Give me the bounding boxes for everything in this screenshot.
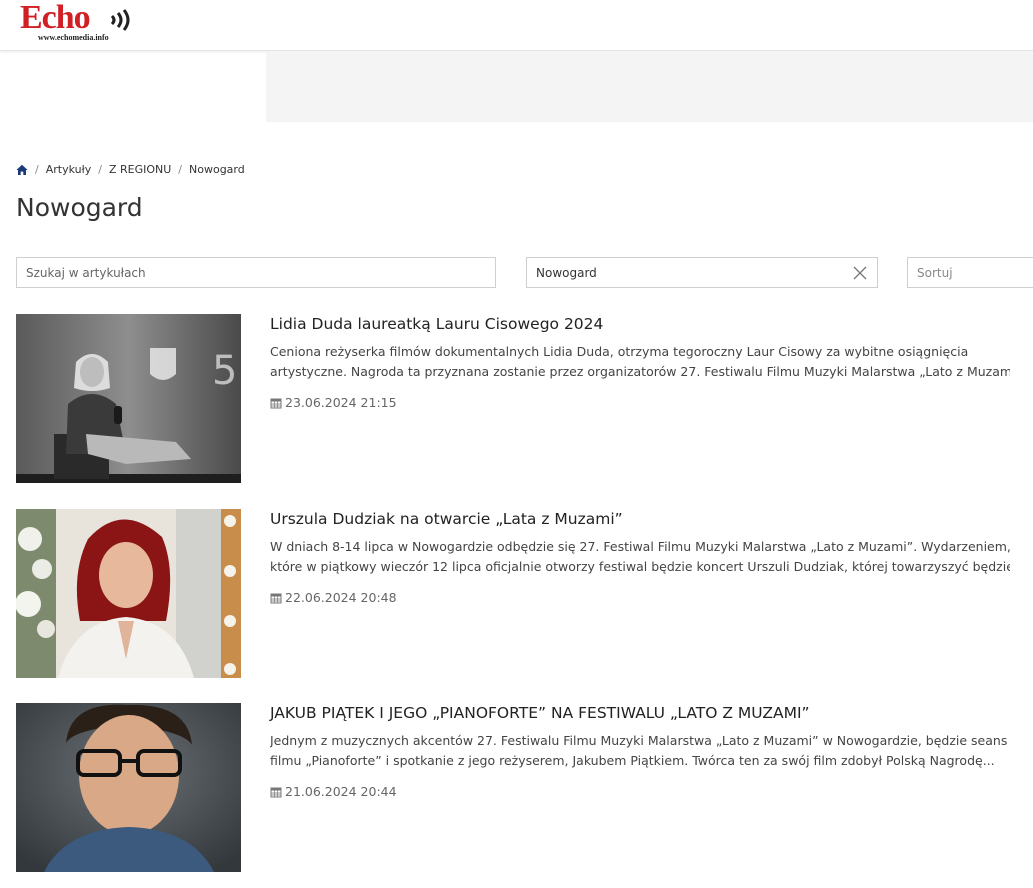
breadcrumb-separator: / bbox=[98, 163, 102, 176]
article-date: 23.06.2024 21:15 bbox=[270, 395, 397, 410]
article-date: 21.06.2024 20:44 bbox=[270, 784, 397, 799]
home-icon[interactable] bbox=[16, 164, 28, 176]
breadcrumb-item-current: Nowogard bbox=[189, 163, 245, 176]
article-date: 22.06.2024 20:48 bbox=[270, 590, 397, 605]
ad-banner bbox=[266, 52, 1033, 122]
article-thumbnail[interactable]: 5 bbox=[16, 314, 241, 483]
article-excerpt-line: filmu „Pianoforte” i spotkanie z jego re… bbox=[270, 753, 995, 768]
article-excerpt-line: artystyczne. Nagroda ta przyznana zostan… bbox=[270, 364, 1010, 379]
article-excerpt-line: Jednym z muzycznych akcentów 27. Festiwa… bbox=[270, 733, 1008, 748]
article-excerpt-line: Ceniona reżyserka filmów dokumentalnych … bbox=[270, 344, 969, 359]
breadcrumb-separator: / bbox=[178, 163, 183, 176]
article-title[interactable]: JAKUB PIĄTEK I JEGO „PIANOFORTE” NA FEST… bbox=[270, 704, 810, 722]
article-date-text: 23.06.2024 21:15 bbox=[285, 395, 397, 410]
breadcrumb-separator: / bbox=[35, 163, 39, 176]
sound-waves-icon bbox=[110, 9, 130, 31]
search-input[interactable]: Szukaj w artykułach bbox=[16, 257, 496, 288]
sort-select[interactable]: Sortuj bbox=[907, 257, 1033, 288]
article-excerpt: Ceniona reżyserka filmów dokumentalnych … bbox=[270, 342, 1010, 382]
article-list-item[interactable]: 5 Lidia Duda laureatką Lauru Cisowego 20… bbox=[16, 314, 1026, 484]
article-thumbnail[interactable] bbox=[16, 703, 241, 872]
location-filter-value: Nowogard bbox=[536, 265, 597, 280]
article-excerpt-line: które w piątkowy wieczór 12 lipca oficja… bbox=[270, 559, 1010, 574]
breadcrumb-item-artykuly[interactable]: Artykuły bbox=[46, 163, 92, 176]
article-excerpt-line: W dniach 8-14 lipca w Nowogardzie odbędz… bbox=[270, 539, 1010, 554]
close-icon[interactable] bbox=[853, 266, 867, 280]
article-title[interactable]: Lidia Duda laureatką Lauru Cisowego 2024 bbox=[270, 315, 603, 333]
article-title[interactable]: Urszula Dudziak na otwarcie „Lata z Muza… bbox=[270, 510, 623, 528]
article-list-item[interactable]: Urszula Dudziak na otwarcie „Lata z Muza… bbox=[16, 509, 1026, 679]
site-header: Echo www.echomedia.info bbox=[0, 0, 1033, 51]
calendar-icon bbox=[270, 787, 282, 797]
breadcrumb-item-z-regionu[interactable]: Z REGIONU bbox=[109, 163, 171, 176]
article-excerpt: Jednym z muzycznych akcentów 27. Festiwa… bbox=[270, 731, 1010, 771]
calendar-icon bbox=[270, 398, 282, 408]
article-date-text: 21.06.2024 20:44 bbox=[285, 784, 397, 799]
article-date-text: 22.06.2024 20:48 bbox=[285, 590, 397, 605]
calendar-icon bbox=[270, 593, 282, 603]
article-excerpt: W dniach 8-14 lipca w Nowogardzie odbędz… bbox=[270, 537, 1010, 577]
site-logo[interactable]: Echo www.echomedia.info bbox=[20, 0, 132, 44]
breadcrumb: / Artykuły / Z REGIONU / Nowogard bbox=[16, 163, 245, 176]
logo-url: www.echomedia.info bbox=[38, 33, 109, 42]
article-list-item[interactable]: JAKUB PIĄTEK I JEGO „PIANOFORTE” NA FEST… bbox=[16, 703, 1026, 873]
svg-text:5: 5 bbox=[212, 348, 237, 394]
page-title: Nowogard bbox=[16, 193, 143, 222]
article-thumbnail[interactable] bbox=[16, 509, 241, 678]
location-filter-select[interactable]: Nowogard bbox=[526, 257, 878, 288]
